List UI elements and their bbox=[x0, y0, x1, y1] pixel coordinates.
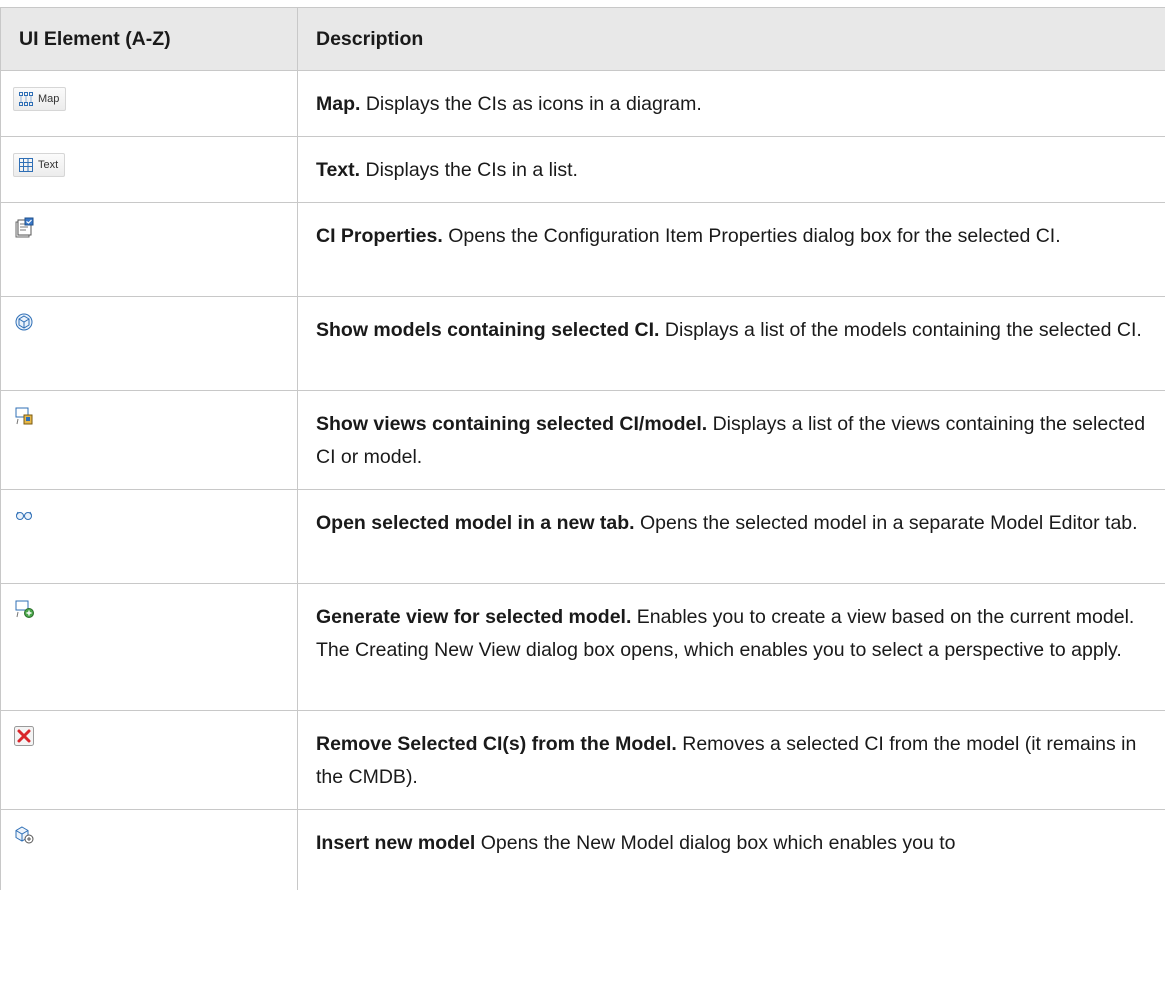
description-cell: Show models containing selected CI. Disp… bbox=[297, 296, 1165, 391]
description-cell: Map. Displays the CIs as icons in a diag… bbox=[297, 70, 1165, 137]
description-title: CI Properties. bbox=[316, 225, 443, 247]
ui-element-cell: Map bbox=[0, 70, 298, 137]
generate-view-icon[interactable] bbox=[13, 598, 35, 620]
description-cell: Open selected model in a new tab. Opens … bbox=[297, 489, 1165, 584]
table-row: Generate view for selected model. Enable… bbox=[0, 583, 1165, 711]
description-text: Opens the selected model in a separate M… bbox=[634, 512, 1138, 534]
description-title: Text. bbox=[316, 159, 361, 181]
map-icon bbox=[18, 91, 34, 107]
ui-element-cell: Text bbox=[0, 136, 298, 203]
map-button-label: Map bbox=[38, 92, 60, 105]
description-title: Remove Selected CI(s) from the Model. bbox=[316, 733, 677, 755]
ui-element-cell bbox=[0, 489, 298, 584]
description-text: Opens the Configuration Item Properties … bbox=[442, 225, 1061, 247]
table-icon bbox=[18, 157, 34, 173]
description-cell: Show views containing selected CI/model.… bbox=[297, 390, 1165, 490]
table-row: Show views containing selected CI/model.… bbox=[0, 390, 1165, 490]
map-button[interactable]: Map bbox=[13, 87, 67, 111]
description-cell: Remove Selected CI(s) from the Model. Re… bbox=[297, 710, 1165, 810]
ui-elements-table: UI Element (A-Z) Description Map Map. Di… bbox=[0, 7, 1165, 890]
ui-element-cell bbox=[0, 296, 298, 391]
description-text: Displays a list of the models containing… bbox=[659, 319, 1142, 341]
text-button-label: Text bbox=[38, 158, 59, 171]
table-row: Open selected model in a new tab. Opens … bbox=[0, 489, 1165, 584]
ui-element-cell bbox=[0, 202, 298, 297]
description-title: Show models containing selected CI. bbox=[316, 319, 660, 341]
ui-element-cell bbox=[0, 390, 298, 490]
table-row: Show models containing selected CI. Disp… bbox=[0, 296, 1165, 391]
properties-icon[interactable] bbox=[13, 217, 35, 239]
header-description: Description bbox=[297, 7, 1165, 71]
glasses-icon[interactable] bbox=[13, 504, 35, 526]
table-row: Map Map. Displays the CIs as icons in a … bbox=[0, 70, 1165, 137]
description-cell: CI Properties. Opens the Configuration I… bbox=[297, 202, 1165, 297]
description-cell: Insert new model Opens the New Model dia… bbox=[297, 809, 1165, 890]
views-icon[interactable] bbox=[13, 405, 35, 427]
table-row: Remove Selected CI(s) from the Model. Re… bbox=[0, 710, 1165, 810]
table-row: Text Text. Displays the CIs in a list. bbox=[0, 136, 1165, 203]
description-title: Map. bbox=[316, 93, 361, 115]
ui-element-cell bbox=[0, 583, 298, 711]
table-row: CI Properties. Opens the Configuration I… bbox=[0, 202, 1165, 297]
header-ui-element: UI Element (A-Z) bbox=[0, 7, 298, 71]
model-cube-icon[interactable] bbox=[13, 311, 35, 333]
description-title: Generate view for selected model. bbox=[316, 606, 632, 628]
ui-element-cell bbox=[0, 710, 298, 810]
insert-model-icon[interactable] bbox=[13, 824, 35, 846]
description-title: Insert new model bbox=[316, 832, 476, 854]
remove-icon[interactable] bbox=[13, 725, 35, 747]
description-title: Show views containing selected CI/model. bbox=[316, 413, 708, 435]
text-button[interactable]: Text bbox=[13, 153, 66, 177]
description-text: Displays the CIs in a list. bbox=[360, 159, 578, 181]
description-title: Open selected model in a new tab. bbox=[316, 512, 635, 534]
table-header-row: UI Element (A-Z) Description bbox=[0, 7, 1165, 71]
description-cell: Generate view for selected model. Enable… bbox=[297, 583, 1165, 711]
ui-element-cell bbox=[0, 809, 298, 890]
description-text: Displays the CIs as icons in a diagram. bbox=[360, 93, 702, 115]
table-row: Insert new model Opens the New Model dia… bbox=[0, 809, 1165, 890]
description-text: Opens the New Model dialog box which ena… bbox=[475, 832, 956, 854]
description-cell: Text. Displays the CIs in a list. bbox=[297, 136, 1165, 203]
